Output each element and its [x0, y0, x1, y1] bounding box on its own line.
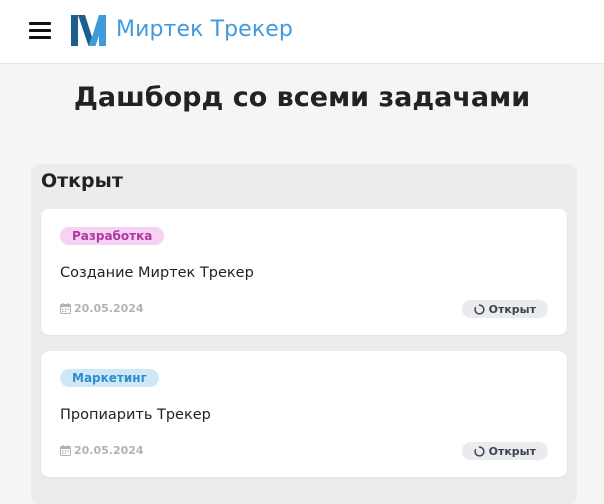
calendar-icon [60, 303, 71, 314]
mirtek-logo-icon[interactable] [71, 15, 106, 46]
status-column-open: Открыт Разработка Создание Миртек Трекер… [31, 164, 577, 504]
column-title: Открыт [41, 170, 123, 192]
page-title: Дашборд со всеми задачами [73, 82, 531, 113]
task-card[interactable]: Разработка Создание Миртек Трекер 20.05.… [41, 209, 567, 335]
hamburger-icon[interactable] [29, 20, 51, 40]
task-card[interactable]: Маркетинг Пропиарить Трекер 20.05.2024 О… [41, 351, 567, 477]
app-brand-title[interactable]: Миртек Трекер [116, 17, 293, 42]
task-title[interactable]: Создание Миртек Трекер [60, 265, 254, 281]
top-navigation-bar: Миртек Трекер [0, 0, 604, 64]
category-tag: Маркетинг [60, 369, 159, 387]
hamburger-line [29, 22, 51, 25]
calendar-icon [60, 445, 71, 456]
hamburger-line [29, 29, 51, 32]
status-badge[interactable]: Открыт [461, 442, 548, 460]
task-date-value: 20.05.2024 [74, 302, 144, 315]
task-date: 20.05.2024 [60, 444, 144, 457]
spinner-icon [473, 445, 485, 457]
status-label: Открыт [488, 302, 536, 316]
status-badge[interactable]: Открыт [461, 300, 548, 318]
category-tag: Разработка [60, 227, 165, 245]
task-date-value: 20.05.2024 [74, 444, 144, 457]
task-title[interactable]: Пропиарить Трекер [60, 407, 211, 423]
status-label: Открыт [488, 444, 536, 458]
hamburger-line [29, 36, 51, 39]
task-date: 20.05.2024 [60, 302, 144, 315]
spinner-icon [473, 303, 485, 315]
